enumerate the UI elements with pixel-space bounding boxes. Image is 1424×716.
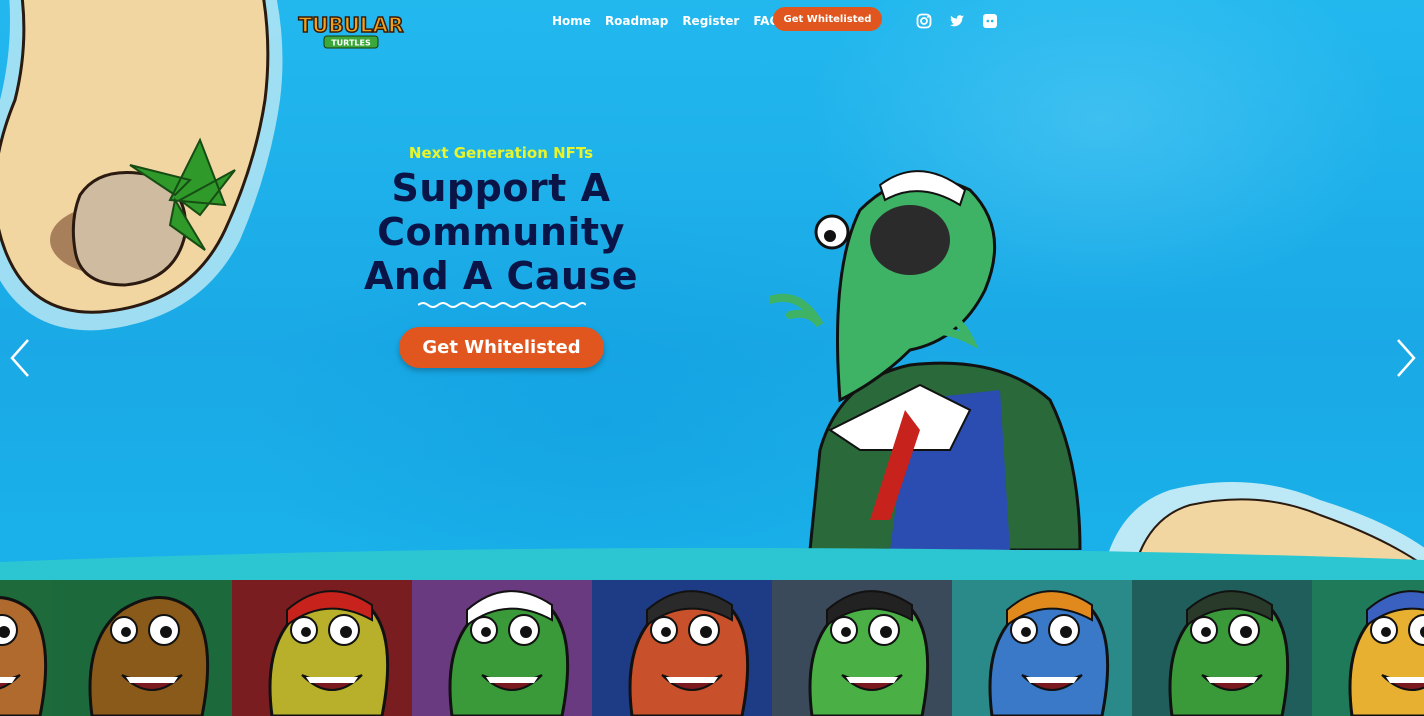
gallery-tile: [1312, 580, 1424, 716]
turtle-avatar-illustration: [808, 590, 930, 716]
hero-get-whitelisted-button[interactable]: Get Whitelisted: [399, 327, 604, 368]
gallery-tile: [592, 580, 772, 716]
gallery-tile: [1132, 580, 1312, 716]
turtle-avatar-illustration: [1168, 590, 1290, 716]
tubular-turtles-logo[interactable]: TUBULAR TURTLES: [294, 6, 408, 50]
main-nav: Home Roadmap Register FAQ: [552, 14, 780, 28]
chevron-right-icon[interactable]: [1394, 338, 1418, 378]
discord-icon[interactable]: [982, 13, 998, 29]
turtle-avatar-illustration: [268, 590, 390, 716]
wave-band: [0, 548, 1424, 580]
nav-register[interactable]: Register: [682, 14, 739, 28]
instagram-icon[interactable]: [916, 13, 932, 29]
svg-text:TURTLES: TURTLES: [331, 39, 371, 48]
twitter-icon[interactable]: [949, 13, 965, 29]
headline-line: Community: [377, 210, 625, 254]
hero-section: TUBULAR TURTLES Home Roadmap Register FA…: [0, 0, 1424, 580]
turtle-avatar-illustration: [1348, 590, 1424, 716]
island-illustration: [0, 0, 283, 331]
turtle-avatar-illustration: [628, 590, 750, 716]
gallery-tile: [232, 580, 412, 716]
svg-text:TUBULAR: TUBULAR: [299, 13, 404, 37]
wave-divider: [418, 302, 586, 308]
gallery-tile: [772, 580, 952, 716]
gallery-tile: [952, 580, 1132, 716]
headline-line: Support A: [391, 166, 611, 210]
hero-eyebrow: Next Generation NFTs: [408, 144, 594, 162]
sailor-turtle-illustration: [770, 170, 1082, 550]
gallery-tile: [0, 580, 52, 716]
turtle-avatar-illustration: [0, 596, 48, 716]
gallery-tile: [412, 580, 592, 716]
chevron-left-icon[interactable]: [8, 338, 32, 378]
turtle-gallery: [0, 580, 1424, 716]
turtle-avatar-illustration: [988, 590, 1110, 716]
nav-roadmap[interactable]: Roadmap: [605, 14, 668, 28]
hero-headline: Support A Community And A Cause: [330, 166, 672, 298]
nav-home[interactable]: Home: [552, 14, 591, 28]
gallery-tile: [52, 580, 232, 716]
turtle-avatar-illustration: [88, 596, 210, 716]
headline-line: And A Cause: [363, 254, 638, 298]
turtle-avatar-illustration: [448, 590, 570, 716]
nav-get-whitelisted-button[interactable]: Get Whitelisted: [773, 7, 882, 31]
